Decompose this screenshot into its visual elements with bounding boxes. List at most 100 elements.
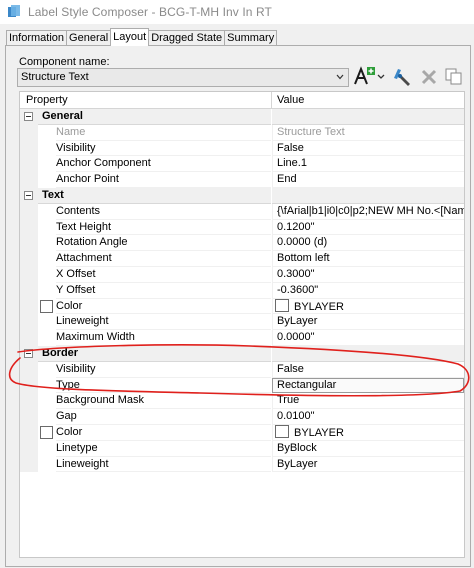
- property-column-header[interactable]: Property: [26, 94, 68, 106]
- row-gutter: [20, 266, 38, 283]
- property-value: [272, 109, 464, 125]
- copy-component-button[interactable]: [443, 66, 465, 87]
- property-name: Text Height: [56, 220, 271, 236]
- row-gutter: [20, 219, 38, 236]
- property-row[interactable]: Contents {\fArial|b1|i0|c0|p2;NEW MH No.<…: [20, 203, 464, 220]
- color-checkbox[interactable]: [40, 299, 53, 313]
- property-value[interactable]: Structure Text: [272, 124, 464, 141]
- property-name: Visibility: [56, 362, 271, 378]
- grid-header: Property Value: [20, 92, 464, 109]
- collapse-toggle-icon[interactable]: [24, 348, 33, 358]
- row-gutter: [20, 251, 38, 267]
- edit-component-icon: [394, 69, 410, 86]
- property-value[interactable]: {\fArial|b1|i0|c0|p2;NEW MH No.<[Nam...: [272, 203, 464, 220]
- property-value[interactable]: ByLayer: [272, 314, 464, 331]
- property-value[interactable]: 0.0000 (d): [272, 235, 464, 252]
- property-row[interactable]: Lineweight ByLayer: [20, 456, 464, 473]
- property-name: Lineweight: [56, 314, 271, 331]
- property-row[interactable]: Gap 0.0100": [20, 409, 464, 425]
- property-name: Background Mask: [56, 393, 271, 410]
- property-name: Contents: [56, 204, 271, 220]
- property-value[interactable]: End: [272, 172, 464, 188]
- property-row[interactable]: Background Mask True: [20, 393, 464, 410]
- color-checkbox[interactable]: [40, 425, 53, 439]
- column-separator[interactable]: [271, 92, 272, 108]
- color-value-text: BYLAYER: [294, 300, 344, 313]
- property-value[interactable]: ByLayer: [272, 456, 464, 473]
- row-gutter: [20, 424, 38, 441]
- property-row[interactable]: Attachment Bottom left: [20, 251, 464, 267]
- property-row[interactable]: Visibility False: [20, 140, 464, 157]
- property-name: Anchor Point: [56, 172, 271, 188]
- tab-strip: Information General Layout Dragged State…: [6, 28, 278, 46]
- property-row[interactable]: Name Structure Text: [20, 124, 464, 141]
- property-name: Color: [56, 425, 271, 441]
- category-label: General: [38, 109, 271, 125]
- property-value[interactable]: -0.3600": [272, 282, 464, 299]
- row-gutter: [20, 377, 38, 394]
- row-gutter: [20, 314, 38, 331]
- layout-tab-panel: Component name: Structure Text Property …: [5, 45, 471, 567]
- property-value[interactable]: False: [272, 361, 464, 378]
- property-value[interactable]: Bottom left: [272, 251, 464, 267]
- property-name: Color: [56, 299, 271, 315]
- tab-information[interactable]: Information: [6, 30, 68, 46]
- property-row[interactable]: Type Rectangular: [20, 377, 464, 394]
- row-gutter: [20, 124, 38, 141]
- property-value[interactable]: BYLAYER: [272, 298, 464, 315]
- component-name-dropdown[interactable]: Structure Text: [17, 68, 349, 87]
- property-value: [272, 345, 464, 362]
- property-row[interactable]: X Offset 0.3000": [20, 266, 464, 283]
- row-gutter: [20, 235, 38, 252]
- property-row[interactable]: Visibility False: [20, 361, 464, 378]
- row-gutter: [20, 361, 38, 378]
- property-row[interactable]: Text Height 0.1200": [20, 219, 464, 236]
- property-row[interactable]: Color BYLAYER: [20, 424, 464, 441]
- property-row[interactable]: Maximum Width 0.0000": [20, 330, 464, 346]
- tab-layout[interactable]: Layout: [110, 28, 150, 46]
- property-value[interactable]: Line.1: [272, 156, 464, 173]
- property-grid: Property Value General Name Structure Text…: [19, 91, 465, 558]
- category-label: Border: [38, 345, 271, 362]
- title-bar: Label Style Composer - BCG-T-MH Inv In R…: [0, 0, 474, 24]
- row-gutter: [20, 140, 38, 157]
- category-row[interactable]: Text: [20, 187, 464, 204]
- property-value[interactable]: ByBlock: [272, 440, 464, 457]
- row-gutter: [20, 330, 38, 346]
- property-name: Type: [56, 378, 271, 394]
- tab-general[interactable]: General: [66, 30, 112, 46]
- property-value[interactable]: True: [272, 393, 464, 410]
- property-value[interactable]: 0.1200": [272, 219, 464, 236]
- property-value[interactable]: Rectangular: [272, 377, 464, 394]
- edit-component-button[interactable]: [392, 66, 414, 87]
- property-row[interactable]: Y Offset -0.3600": [20, 282, 464, 299]
- collapse-toggle-icon[interactable]: [24, 190, 33, 200]
- color-swatch-icon: [275, 298, 289, 312]
- color-swatch-icon: [275, 424, 289, 438]
- category-row[interactable]: Border: [20, 345, 464, 362]
- property-row[interactable]: Lineweight ByLayer: [20, 314, 464, 331]
- tab-summary[interactable]: Summary: [224, 30, 278, 46]
- property-row[interactable]: Linetype ByBlock: [20, 440, 464, 457]
- delete-component-button[interactable]: [418, 66, 440, 87]
- copy-component-icon: [445, 68, 462, 85]
- property-value[interactable]: False: [272, 140, 464, 157]
- component-name-label: Component name:: [19, 56, 110, 68]
- property-row[interactable]: Anchor Point End: [20, 172, 464, 188]
- property-row[interactable]: Anchor Component Line.1: [20, 156, 464, 173]
- collapse-toggle-icon[interactable]: [24, 112, 33, 121]
- property-row[interactable]: Rotation Angle 0.0000 (d): [20, 235, 464, 252]
- add-component-button[interactable]: [351, 66, 387, 87]
- property-value[interactable]: 0.0000": [272, 330, 464, 346]
- property-row[interactable]: Color BYLAYER: [20, 298, 464, 315]
- property-value[interactable]: 0.3000": [272, 266, 464, 283]
- category-row[interactable]: General: [20, 109, 464, 125]
- property-name: Lineweight: [56, 457, 271, 473]
- tab-dragged-state[interactable]: Dragged State: [148, 30, 226, 46]
- property-name: Linetype: [56, 441, 271, 457]
- property-value[interactable]: BYLAYER: [272, 424, 464, 441]
- row-gutter: [20, 440, 38, 457]
- property-value[interactable]: 0.0100": [272, 409, 464, 425]
- value-column-header[interactable]: Value: [277, 94, 304, 106]
- row-gutter: [20, 203, 38, 220]
